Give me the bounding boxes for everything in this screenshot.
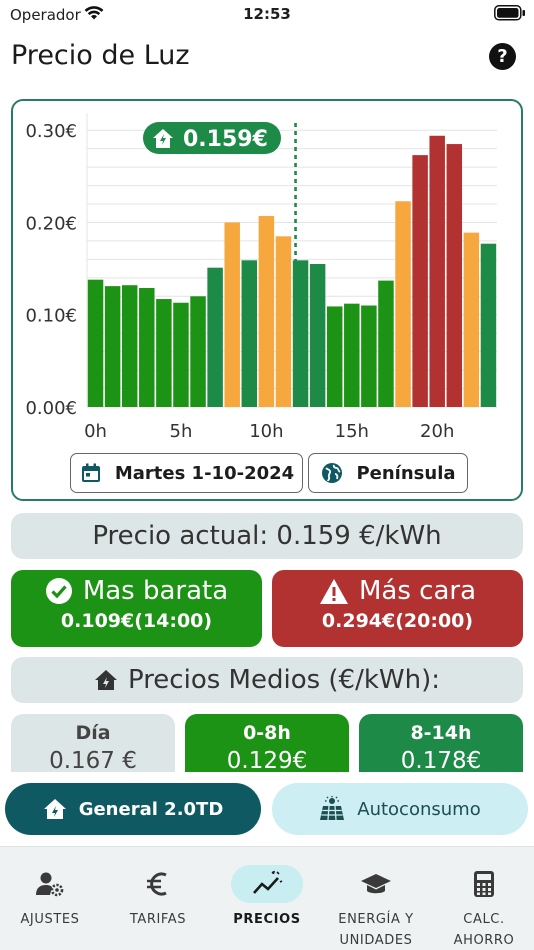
self-consumption-label: Autoconsumo (357, 798, 481, 820)
bar-hour-6 (190, 296, 206, 407)
average-0-8h-label: 0-8h (243, 722, 291, 744)
region-picker-button[interactable]: Península (308, 453, 468, 493)
bar-hour-9 (241, 260, 258, 407)
most-expensive-value: 0.294€(20:00) (321, 610, 474, 632)
school-cap-icon (340, 865, 412, 903)
bar-hour-19 (412, 155, 428, 407)
battery-icon (494, 5, 526, 25)
page-title: Precio de Luz (11, 40, 190, 71)
current-price-banner: Precio actual: 0.159 €/kWh (11, 513, 523, 559)
calculator-icon (448, 865, 520, 903)
y-tick-label: 0.10€ (25, 306, 77, 327)
bar-hour-15 (344, 303, 360, 407)
tab-ajustes-label: AJUSTES (20, 912, 80, 927)
globe-icon (322, 463, 343, 483)
average-prices-title: Precios Medios (€/kWh): (127, 665, 441, 695)
clock-label: 12:53 (243, 5, 291, 23)
average-day-label: Día (75, 722, 111, 744)
tab-energia-unidades-label: ENERGÍA Y UNIDADES (338, 912, 414, 948)
bar-hour-14 (326, 306, 343, 407)
bar-hour-11 (275, 236, 292, 407)
general-tariff-label: General 2.0TD (78, 798, 224, 820)
check-circle-icon (45, 578, 72, 604)
general-tariff-button[interactable]: General 2.0TD (5, 783, 261, 835)
bar-hour-17 (378, 280, 394, 407)
bar-hour-20 (429, 135, 445, 407)
bar-hour-22 (463, 232, 480, 407)
x-tick-label: 15h (335, 421, 369, 442)
average-day-value: 0.167 € (49, 748, 137, 772)
bar-hour-18 (395, 201, 411, 407)
region-label: Península (356, 462, 456, 484)
euro-icon (122, 865, 194, 903)
tab-precios[interactable]: PRECIOS (217, 847, 317, 950)
date-label: Martes 1-10-2024 (114, 462, 295, 484)
self-consumption-button[interactable]: Autoconsumo (272, 783, 528, 835)
price-chart: 0.00€ 0.10€ 0.20€ 0.30€ 0h 5h 10h 15h 20h 0.159€ (25, 113, 497, 442)
bar-hour-5 (173, 302, 189, 407)
bar-hour-4 (156, 299, 172, 407)
most-expensive-hour-card: Más cara 0.294€(20:00) (272, 570, 523, 647)
bar-hour-3 (139, 287, 155, 407)
date-picker-button[interactable]: Martes 1-10-2024 (70, 453, 303, 493)
solar-panel-icon (320, 796, 345, 821)
average-prices-header: Precios Medios (€/kWh): (11, 657, 523, 703)
tab-tarifas-label: TARIFAS (129, 912, 187, 927)
bar-hour-10 (258, 216, 275, 407)
price-chart-card: 0.00€ 0.10€ 0.20€ 0.30€ 0h 5h 10h 15h 20h 0.159€ … (11, 99, 523, 501)
y-tick-label: 0.30€ (25, 121, 77, 142)
average-0-8h-value: 0.129€ (226, 748, 308, 772)
tab-precios-label: PRECIOS (233, 912, 301, 927)
cheapest-hour-card: Mas barata 0.109€(14:00) (11, 570, 262, 647)
y-tick-label: 0.00€ (25, 398, 77, 419)
bottom-tab-bar: AJUSTES TARIFAS PRECIOS ENERGÍA Y UNIDADE… (0, 846, 534, 950)
most-expensive-title: Más cara (358, 576, 477, 606)
home-bolt-icon (43, 799, 66, 819)
average-8-14h-value: 0.178€ (400, 748, 482, 772)
cheapest-title: Mas barata (82, 576, 229, 606)
question-circle-icon[interactable]: ? (489, 43, 516, 70)
tab-tarifas[interactable]: TARIFAS (108, 847, 208, 950)
average-8-14h-label: 8-14h (410, 722, 472, 744)
average-8-14h-box: 8-14h 0.178€ (359, 714, 523, 772)
average-0-8h-box: 0-8h 0.129€ (185, 714, 349, 772)
bar-hour-23 (480, 243, 497, 407)
y-tick-label: 0.20€ (25, 213, 77, 234)
status-bar: Operador 12:53 (0, 0, 534, 30)
current-price-badge-label: 0.159€ (183, 127, 268, 152)
bar-hour-1 (104, 286, 121, 407)
bar-hour-16 (361, 305, 377, 407)
calendar-icon (81, 463, 100, 482)
tab-calc-ahorro-label: CALC. AHORRO (453, 912, 515, 948)
average-day-box: Día 0.167 € (11, 714, 175, 772)
tab-calc-ahorro[interactable]: CALC. AHORRO (434, 847, 534, 950)
bar-hour-13 (309, 264, 326, 407)
bar-hour-8 (224, 222, 240, 407)
cheapest-value: 0.109€(14:00) (60, 610, 213, 632)
x-tick-label: 10h (249, 421, 283, 442)
user-settings-icon (14, 865, 86, 903)
trend-icon (231, 865, 303, 903)
bar-hour-7 (207, 267, 223, 407)
bar-hour-21 (446, 144, 463, 407)
x-tick-label: 5h (170, 421, 193, 442)
bar-hour-2 (121, 285, 138, 407)
tab-ajustes[interactable]: AJUSTES (0, 847, 100, 950)
home-bolt-icon (94, 670, 117, 690)
x-tick-label: 0h (84, 421, 107, 442)
bar-hour-0 (87, 279, 104, 407)
x-tick-label: 20h (420, 421, 454, 442)
warning-icon (319, 578, 348, 604)
tab-energia-unidades[interactable]: ENERGÍA Y UNIDADES (326, 847, 426, 950)
